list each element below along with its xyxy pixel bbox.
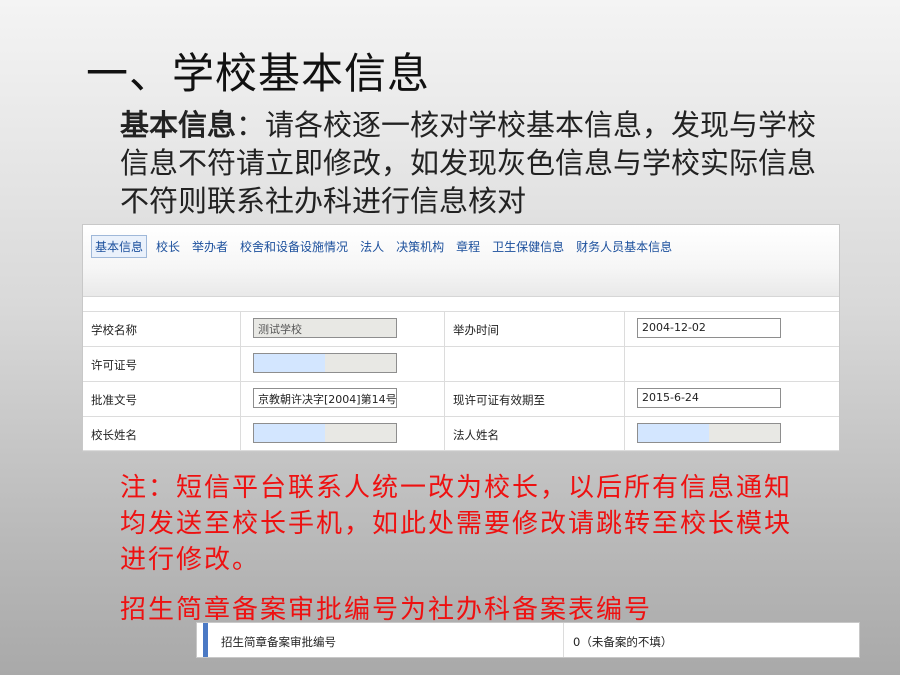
page-title: 一、学校基本信息 [86,49,431,98]
tab-health[interactable]: 卫生保健信息 [489,236,567,257]
intro-bold-label: 基本信息 [120,108,237,142]
legal-person-field-fill [638,424,709,442]
info-form: 学校名称 测试学校 举办时间 2004-12-02 许可证号 批准文号 京教朝许… [83,311,839,451]
school-name-cell: 测试学校 [240,312,444,346]
legal-person-label: 法人姓名 [444,417,624,451]
table-row: 批准文号 京教朝许决字[2004]第14号 现许可证有效期至 2015-6-24 [83,381,839,416]
founded-cell: 2004-12-02 [624,312,839,346]
license-valid-cell: 2015-6-24 [624,382,839,416]
principal-label: 校长姓名 [91,428,137,442]
license-label: 许可证号 [91,358,137,372]
approval-field[interactable]: 京教朝许决字[2004]第14号 [253,388,397,408]
license-valid-label: 现许可证有效期至 [444,382,624,416]
legal-person-field[interactable] [637,423,781,443]
license-field-fill [254,354,325,372]
tab-principal[interactable]: 校长 [153,236,183,257]
sms-note: 注：短信平台联系人统一改为校长，以后所有信息通知均发送至校长手机，如此处需要修改… [120,473,793,575]
empty-cell [624,347,839,381]
basic-info-screenshot: 基本信息 校长 举办者 校舍和设备设施情况 法人 决策机构 章程 卫生保健信息 财务人员基本信息… [82,224,840,452]
tab-facilities[interactable]: 校舍和设备设施情况 [237,236,351,257]
intro-paragraph: 基本信息：请各校逐一核对学校基本信息，发现与学校信息不符请立即修改，如发现灰色信… [120,106,820,220]
license-valid-field[interactable]: 2015-6-24 [637,388,781,408]
table-row: 学校名称 测试学校 举办时间 2004-12-02 [83,311,839,346]
empty-cell [444,347,624,381]
license-field[interactable] [253,353,397,373]
principal-field-fill [254,424,325,442]
tab-basic-info[interactable]: 基本信息 [91,235,148,258]
accent-bar [203,623,208,657]
tab-legal-person[interactable]: 法人 [357,236,387,257]
school-name-field[interactable]: 测试学校 [253,318,397,338]
tab-sponsor[interactable]: 举办者 [189,236,231,257]
approval-label: 批准文号 [91,393,137,407]
table-row: 校长姓名 法人姓名 [83,416,839,451]
founded-field[interactable]: 2004-12-02 [637,318,781,338]
tab-charter[interactable]: 章程 [453,236,483,257]
divider [563,623,564,657]
school-name-label: 学校名称 [91,323,137,337]
tab-finance-staff[interactable]: 财务人员基本信息 [573,236,675,257]
tab-bar: 基本信息 校长 举办者 校舍和设备设施情况 法人 决策机构 章程 卫生保健信息 财务人员基本信息 [83,225,839,297]
tab-decision-body[interactable]: 决策机构 [393,236,447,257]
approval-cell: 京教朝许决字[2004]第14号 [240,382,444,416]
founded-label: 举办时间 [444,312,624,346]
table-row: 许可证号 [83,346,839,381]
legal-person-cell [624,417,839,451]
recruit-value[interactable]: 0（未备案的不填） [573,634,672,650]
recruit-screenshot: 招生简章备案审批编号 0（未备案的不填） [196,622,860,658]
recruit-note: 招生简章备案审批编号为社办科备案表编号 [120,595,653,622]
recruit-label: 招生简章备案审批编号 [221,635,336,649]
principal-field[interactable] [253,423,397,443]
license-cell [240,347,444,381]
principal-cell [240,417,444,451]
